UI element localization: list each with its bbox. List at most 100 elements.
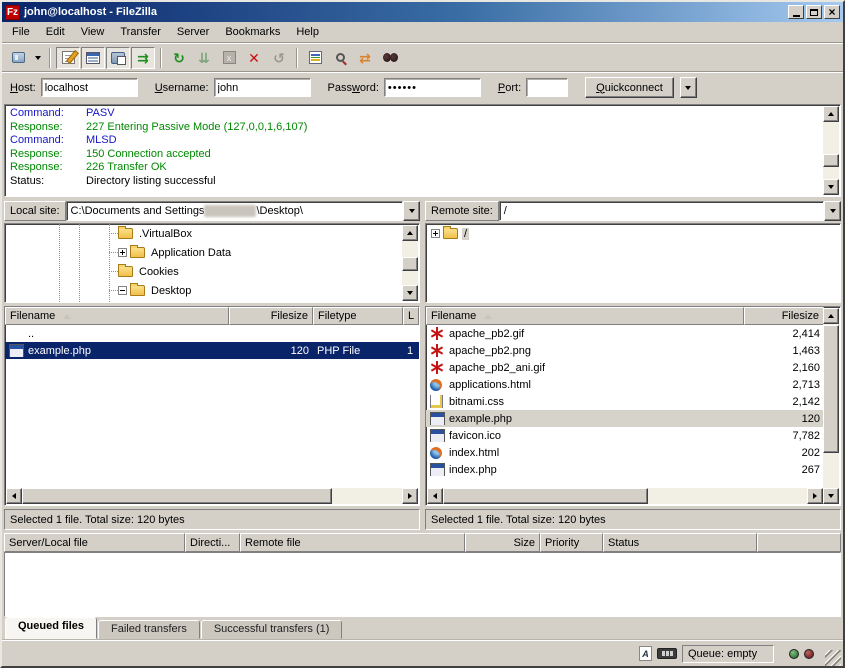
scroll-left-button[interactable] xyxy=(6,488,22,504)
tree-expander[interactable] xyxy=(431,229,440,238)
column-header-direction[interactable]: Directi... xyxy=(185,533,240,552)
file-row[interactable]: index.php 267 xyxy=(426,461,824,478)
column-header-filesize[interactable]: Filesize xyxy=(229,307,313,325)
speed-limits-icon[interactable] xyxy=(657,648,677,659)
file-row[interactable]: index.html 202 xyxy=(426,444,824,461)
column-header-filename[interactable]: Filename xyxy=(426,307,744,325)
host-input[interactable] xyxy=(41,78,138,97)
file-row[interactable]: apache_pb2.gif 2,414 xyxy=(426,325,824,342)
file-row[interactable]: apache_pb2_ani.gif 2,160 xyxy=(426,359,824,376)
directory-comparison-button[interactable] xyxy=(328,47,352,69)
find-files-button[interactable] xyxy=(378,47,402,69)
file-type-icon xyxy=(430,361,445,374)
file-row[interactable]: favicon.ico 7,782 xyxy=(426,427,824,444)
port-input[interactable] xyxy=(526,78,568,97)
file-row[interactable]: bitnami.css 2,142 xyxy=(426,393,824,410)
tree-expander[interactable] xyxy=(118,248,127,257)
column-header-filename[interactable]: Filename xyxy=(5,307,229,325)
local-tree-scrollbar[interactable] xyxy=(402,225,418,301)
close-button[interactable]: × xyxy=(824,5,840,19)
column-header-priority[interactable]: Priority xyxy=(540,533,603,552)
menu-item[interactable]: Server xyxy=(169,24,217,40)
scroll-thumb[interactable] xyxy=(402,257,418,271)
scroll-down-button[interactable] xyxy=(402,285,418,301)
maximize-button[interactable] xyxy=(806,5,822,19)
menu-item[interactable]: Transfer xyxy=(112,24,169,40)
toggle-message-log-button[interactable] xyxy=(56,47,80,69)
column-header-remote-file[interactable]: Remote file xyxy=(240,533,465,552)
process-queue-button[interactable]: ⇊ xyxy=(192,47,216,69)
scroll-thumb[interactable] xyxy=(22,488,332,504)
file-row[interactable]: apache_pb2.png 1,463 xyxy=(426,342,824,359)
tree-item[interactable]: .VirtualBox xyxy=(109,224,419,243)
synchronized-browsing-button[interactable]: ⇄ xyxy=(353,47,377,69)
remote-list-hscrollbar[interactable] xyxy=(427,488,823,504)
scroll-down-button[interactable] xyxy=(823,179,839,195)
file-row[interactable]: example.php 120 xyxy=(426,410,824,427)
username-input[interactable] xyxy=(214,78,311,97)
column-header-size[interactable]: Size xyxy=(465,533,540,552)
tree-item[interactable]: Cookies xyxy=(109,262,419,281)
scroll-left-button[interactable] xyxy=(427,488,443,504)
filter-icon xyxy=(309,51,322,64)
queue-tab[interactable]: Successful transfers (1) xyxy=(201,620,343,639)
file-row[interactable]: example.php 120 PHP File 1 xyxy=(5,342,419,359)
toggle-local-tree-button[interactable] xyxy=(81,47,105,69)
column-header-filesize[interactable]: Filesize xyxy=(744,307,824,325)
menu-item[interactable]: Edit xyxy=(38,24,73,40)
queue-tab[interactable]: Queued files xyxy=(5,617,97,639)
local-list-hscrollbar[interactable] xyxy=(6,488,418,504)
scroll-up-button[interactable] xyxy=(823,106,839,122)
scroll-thumb[interactable] xyxy=(823,154,839,167)
host-label: Host: xyxy=(10,82,36,94)
arrow-right-icon xyxy=(813,493,817,499)
tree-expander[interactable] xyxy=(118,286,127,295)
menu-item[interactable]: File xyxy=(4,24,38,40)
queue-list[interactable] xyxy=(4,552,841,617)
scroll-up-button[interactable] xyxy=(823,308,839,324)
scroll-thumb[interactable] xyxy=(443,488,648,504)
arrow-up-icon xyxy=(828,314,834,318)
scroll-down-button[interactable] xyxy=(823,488,839,504)
tree-item[interactable]: Desktop xyxy=(109,281,419,300)
scroll-right-button[interactable] xyxy=(402,488,418,504)
directory-filters-button[interactable] xyxy=(303,47,327,69)
refresh-button[interactable]: ↻ xyxy=(167,47,191,69)
site-manager-button[interactable] xyxy=(6,47,30,69)
menu-item[interactable]: Help xyxy=(288,24,327,40)
resize-grip[interactable] xyxy=(825,650,841,666)
tree-item[interactable]: / xyxy=(431,224,840,243)
remote-site-combo[interactable]: / xyxy=(499,201,824,221)
column-header-filetype[interactable]: Filetype xyxy=(313,307,403,325)
quickconnect-button[interactable]: Quickconnect xyxy=(585,77,674,98)
scroll-up-button[interactable] xyxy=(402,225,418,241)
log-scrollbar[interactable] xyxy=(823,106,839,195)
username-label: Username: xyxy=(155,82,209,94)
transfer-type-icon[interactable]: A xyxy=(639,646,652,661)
scroll-thumb[interactable] xyxy=(823,325,839,453)
minimize-button[interactable] xyxy=(788,5,804,19)
remote-list-vscrollbar[interactable] xyxy=(823,308,839,504)
quickconnect-dropdown[interactable] xyxy=(680,77,697,98)
column-header-lastmodified[interactable]: L xyxy=(403,307,419,325)
column-header-status[interactable]: Status xyxy=(603,533,757,552)
site-manager-dropdown[interactable] xyxy=(31,47,44,69)
cancel-button[interactable]: x xyxy=(217,47,241,69)
scroll-right-button[interactable] xyxy=(807,488,823,504)
file-row[interactable]: .. xyxy=(5,325,419,342)
local-site-combo[interactable]: C:\Documents and Settings\Desktop\ xyxy=(66,201,403,221)
menu-item[interactable]: Bookmarks xyxy=(217,24,288,40)
reconnect-button[interactable]: ↺ xyxy=(267,47,291,69)
title-bar[interactable]: Fz john@localhost - FileZilla × xyxy=(2,2,843,22)
remote-site-dropdown[interactable] xyxy=(824,201,841,221)
password-input[interactable] xyxy=(384,78,481,97)
disconnect-button[interactable]: ✕ xyxy=(242,47,266,69)
toggle-queue-button[interactable]: ⇉ xyxy=(131,47,155,69)
column-header-server-local-file[interactable]: Server/Local file xyxy=(4,533,185,552)
local-site-dropdown[interactable] xyxy=(403,201,420,221)
toggle-remote-tree-button[interactable] xyxy=(106,47,130,69)
file-row[interactable]: applications.html 2,713 xyxy=(426,376,824,393)
menu-item[interactable]: View xyxy=(73,24,113,40)
queue-tab[interactable]: Failed transfers xyxy=(98,620,200,639)
tree-item[interactable]: Application Data xyxy=(109,243,419,262)
